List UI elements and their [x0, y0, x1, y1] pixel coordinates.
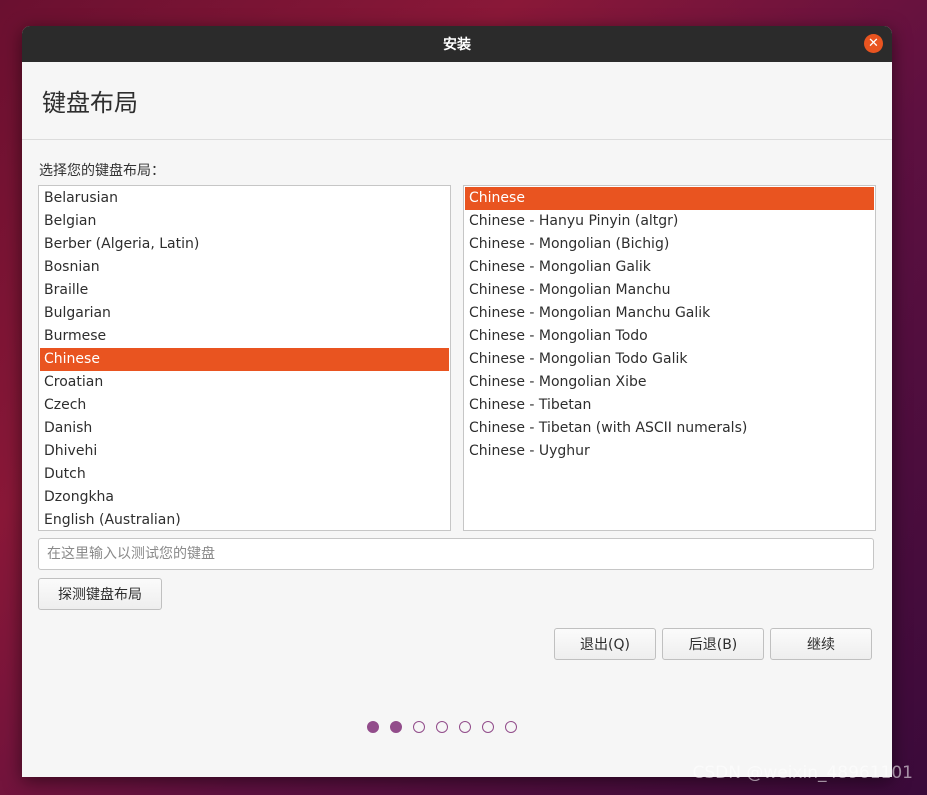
variant-list-item[interactable]: Chinese - Uyghur: [465, 440, 874, 463]
keyboard-variant-list[interactable]: Chinese Chinese - Hanyu Pinyin (altgr) Chi…: [463, 185, 876, 531]
variant-list-item[interactable]: Chinese - Mongolian (Bichig): [465, 233, 874, 256]
variant-list-item[interactable]: Chinese - Mongolian Manchu: [465, 279, 874, 302]
detect-layout-button[interactable]: 探测键盘布局: [38, 578, 162, 610]
variant-list-item[interactable]: Chinese - Mongolian Todo Galik: [465, 348, 874, 371]
layout-list-item[interactable]: Bulgarian: [40, 302, 449, 325]
layout-list-item[interactable]: Belgian: [40, 210, 449, 233]
title-bar: 安装 ✕: [22, 26, 892, 62]
layout-list-item[interactable]: Czech: [40, 394, 449, 417]
quit-button[interactable]: 退出(Q): [554, 628, 656, 660]
layout-list-item[interactable]: Chinese: [40, 348, 449, 371]
layout-list-item[interactable]: Dhivehi: [40, 440, 449, 463]
back-button[interactable]: 后退(B): [662, 628, 764, 660]
progress-indicator: [367, 721, 517, 733]
progress-dot: [436, 721, 448, 733]
variant-list-item[interactable]: Chinese - Hanyu Pinyin (altgr): [465, 210, 874, 233]
variant-list-item[interactable]: Chinese - Mongolian Galik: [465, 256, 874, 279]
layout-list-item[interactable]: Belarusian: [40, 187, 449, 210]
variant-list-item[interactable]: Chinese: [465, 187, 874, 210]
layout-list-item[interactable]: English (Australian): [40, 509, 449, 530]
page-title: 键盘布局: [42, 89, 138, 117]
keyboard-test-input[interactable]: [38, 538, 874, 570]
variant-list-item[interactable]: Chinese - Tibetan: [465, 394, 874, 417]
layout-list-item[interactable]: Dzongkha: [40, 486, 449, 509]
progress-dot: [413, 721, 425, 733]
variant-list-item[interactable]: Chinese - Mongolian Todo: [465, 325, 874, 348]
progress-dot: [459, 721, 471, 733]
variant-list-item[interactable]: Chinese - Mongolian Xibe: [465, 371, 874, 394]
watermark-text: CSDN @weixin_48961101: [692, 763, 913, 783]
progress-dot: [367, 721, 379, 733]
progress-dot: [390, 721, 402, 733]
layout-list-item[interactable]: Braille: [40, 279, 449, 302]
progress-dot: [505, 721, 517, 733]
keyboard-layout-list[interactable]: Belarusian Belgian Berber (Algeria, Latin)…: [38, 185, 451, 531]
variant-list-item[interactable]: Chinese - Mongolian Manchu Galik: [465, 302, 874, 325]
layout-prompt-label: 选择您的键盘布局：: [39, 163, 165, 179]
layout-list-item[interactable]: Bosnian: [40, 256, 449, 279]
close-icon[interactable]: ✕: [864, 34, 883, 53]
installer-window: 安装 ✕ 键盘布局 选择您的键盘布局： Belarusian Belgian Ber…: [22, 26, 892, 777]
layout-list-item[interactable]: Danish: [40, 417, 449, 440]
progress-dot: [482, 721, 494, 733]
page-header: 键盘布局: [22, 62, 892, 140]
layout-list-item[interactable]: Dutch: [40, 463, 449, 486]
layout-list-item[interactable]: Croatian: [40, 371, 449, 394]
continue-button[interactable]: 继续: [770, 628, 872, 660]
window-title: 安装: [443, 37, 471, 53]
variant-list-item[interactable]: Chinese - Tibetan (with ASCII numerals): [465, 417, 874, 440]
layout-list-item[interactable]: Berber (Algeria, Latin): [40, 233, 449, 256]
layout-list-item[interactable]: Burmese: [40, 325, 449, 348]
